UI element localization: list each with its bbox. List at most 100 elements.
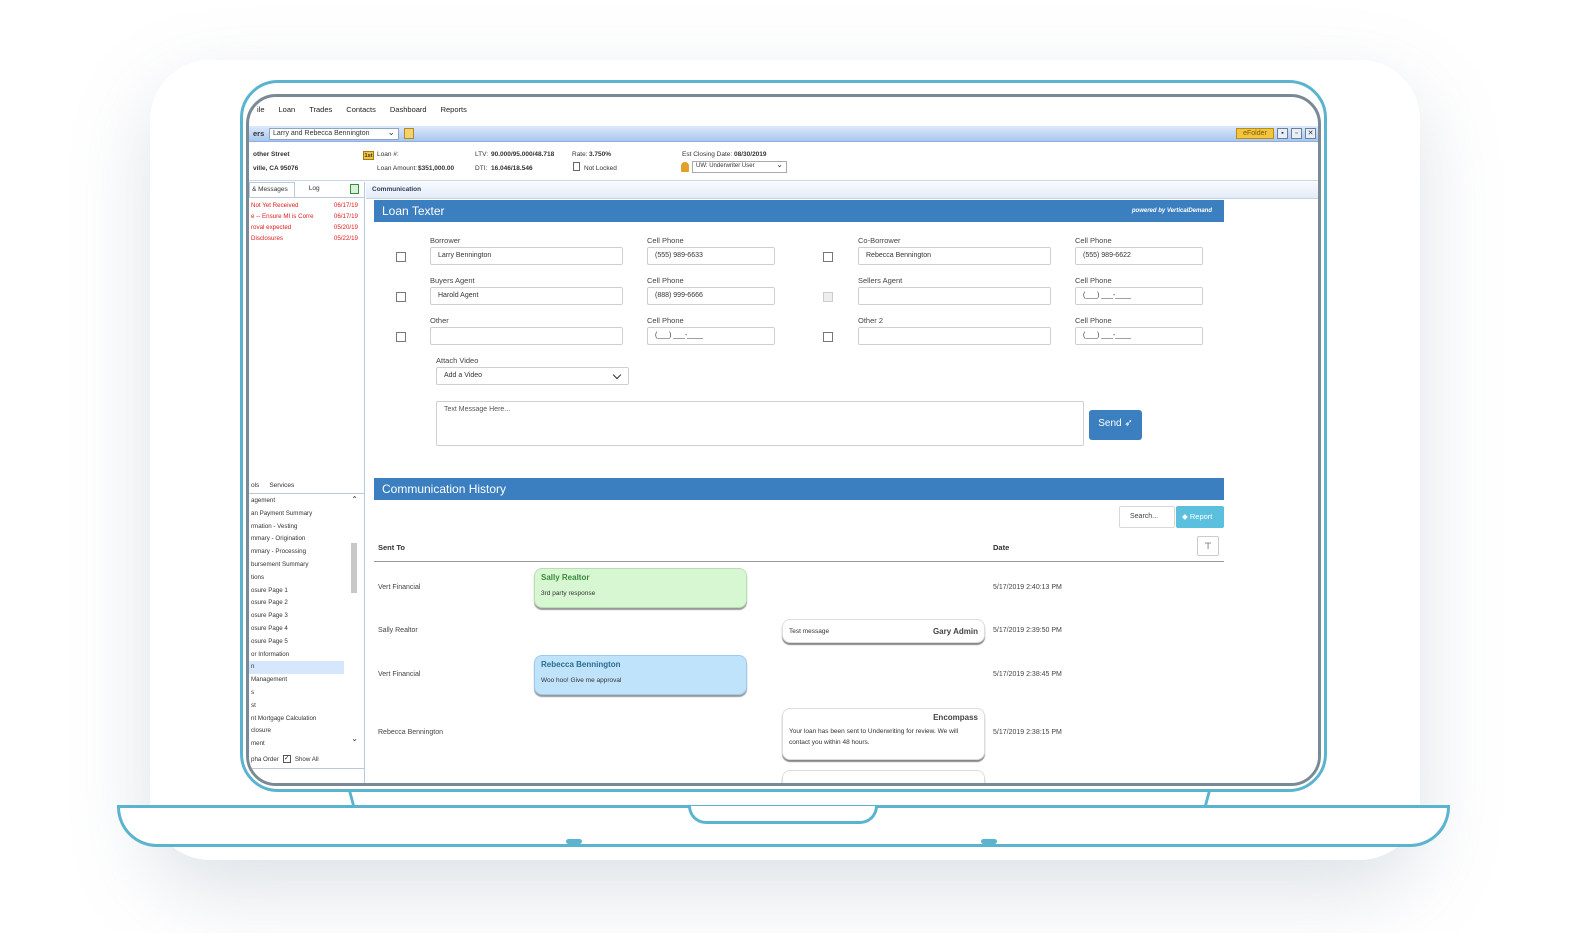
message-text: Test message xyxy=(789,627,830,635)
other2-cell-field[interactable]: (___) ___-____ xyxy=(1075,327,1203,345)
sellers-agent-cell-field[interactable]: (___) ___-____ xyxy=(1075,287,1203,305)
menu-reports[interactable]: Reports xyxy=(441,103,467,117)
history-header: Communication History xyxy=(374,478,1224,500)
tab-alerts-messages[interactable]: & Messages xyxy=(249,182,295,197)
tab-communication[interactable]: Communication xyxy=(366,182,1318,199)
nav-item[interactable]: Management xyxy=(249,674,364,687)
col-date[interactable]: Date xyxy=(993,543,1009,552)
add-log-icon[interactable] xyxy=(350,184,359,194)
history-title: Communication History xyxy=(382,482,507,496)
filter-icon[interactable]: ⊤ xyxy=(1197,536,1219,556)
alert-date: 05/22/19 xyxy=(333,235,358,242)
nav-item[interactable]: rmation - Vesting xyxy=(249,521,364,534)
nav-item[interactable]: s xyxy=(249,687,364,700)
borrower-pair-select[interactable]: Larry and Rebecca Bennington xyxy=(269,127,399,140)
list-item[interactable]: e -- Ensure MI is Corre 06/17/19 xyxy=(249,211,364,222)
coborrower-field[interactable]: Rebecca Bennington xyxy=(858,247,1051,265)
show-all-checkbox[interactable]: ✓ xyxy=(282,755,291,763)
nav-item[interactable]: ment xyxy=(249,738,364,751)
send-label: Send xyxy=(1098,418,1122,429)
left-pane: & Messages Log Not Yet Received 06/17/19 … xyxy=(249,182,365,783)
other-label: Other xyxy=(430,316,449,325)
nav-item[interactable]: an Payment Summary xyxy=(249,508,364,521)
nav-item[interactable]: st xyxy=(249,700,364,713)
coborrower-checkbox[interactable] xyxy=(823,252,833,262)
nav-item[interactable]: osure Page 1 xyxy=(249,585,364,598)
laptop-foot-left xyxy=(566,839,582,844)
borrower-cell-field[interactable]: (555) 989-6633 xyxy=(647,247,775,265)
menu-trades[interactable]: Trades xyxy=(309,103,332,117)
borrower-field[interactable]: Larry Bennington xyxy=(430,247,623,265)
nav-item-selected[interactable]: n xyxy=(249,661,344,675)
edit-borrower-icon[interactable] xyxy=(404,128,414,139)
message-bubble: Rebecca Bennington Woo hoo! Give me appr… xyxy=(534,655,747,695)
menu-contacts[interactable]: Contacts xyxy=(346,103,376,117)
sender-name: Sally Realtor xyxy=(541,573,590,582)
nav-item[interactable]: bursement Summary xyxy=(249,559,364,572)
send-button[interactable]: Send ➶ xyxy=(1089,410,1142,440)
row-date: 5/17/2019 2:40:13 PM xyxy=(993,584,1062,591)
row-sent-to: Vert Financial xyxy=(378,584,421,591)
borrower-checkbox[interactable] xyxy=(396,252,406,262)
menu-dashboard[interactable]: Dashboard xyxy=(390,103,427,117)
nav-item[interactable]: osure Page 4 xyxy=(249,623,364,636)
nav-item[interactable]: osure Page 2 xyxy=(249,597,364,610)
other2-checkbox[interactable] xyxy=(823,332,833,342)
nav-item[interactable]: mmary - Processing xyxy=(249,546,364,559)
report-button[interactable]: ◆ Report xyxy=(1176,506,1224,528)
col-sent-to[interactable]: Sent To xyxy=(378,543,405,552)
coborrower-cell-field[interactable]: (555) 989-6622 xyxy=(1075,247,1203,265)
other2-field[interactable] xyxy=(858,327,1051,345)
tab-tools[interactable]: ols xyxy=(249,480,267,493)
main-pane: Communication Loan Texter powered by Ver… xyxy=(366,182,1318,783)
list-item[interactable]: roval expected 05/20/19 xyxy=(249,222,364,233)
sellers-agent-checkbox[interactable] xyxy=(823,292,833,302)
history-search-input[interactable]: Search... xyxy=(1119,506,1175,528)
borrower-cell-label: Cell Phone xyxy=(647,236,684,245)
list-item[interactable]: Not Yet Received 06/17/19 xyxy=(249,200,364,211)
alert-text: Disclosures xyxy=(251,235,283,242)
nav-item[interactable]: agement xyxy=(249,495,364,508)
nav-item[interactable]: tions xyxy=(249,572,364,585)
menu-loan[interactable]: Loan xyxy=(279,103,296,117)
close-icon[interactable]: ✕ xyxy=(1305,128,1316,139)
sellers-agent-field[interactable] xyxy=(858,287,1051,305)
tab-services[interactable]: Services xyxy=(267,480,302,493)
nav-item[interactable]: nt Mortgage Calculation xyxy=(249,713,364,726)
rate-value: 3.750% xyxy=(589,151,612,158)
dti-value: 16.046/18.546 xyxy=(491,165,533,172)
list-item[interactable]: Disclosures 05/22/19 xyxy=(249,233,364,244)
message-text: 3rd party response xyxy=(541,590,596,597)
efolder-button[interactable]: eFolder xyxy=(1236,128,1274,139)
menu-bar: ile Loan Trades Contacts Dashboard Repor… xyxy=(249,103,1318,117)
powered-by: powered by VerticalDemand xyxy=(1131,208,1212,214)
buyers-agent-field[interactable]: Harold Agent xyxy=(430,287,623,305)
other-checkbox[interactable] xyxy=(396,332,406,342)
property-city: ville, CA 95076 xyxy=(253,165,299,172)
buyers-agent-cell-field[interactable]: (888) 999-6666 xyxy=(647,287,775,305)
chevron-down-icon[interactable]: ⌄ xyxy=(351,734,358,743)
tab-log[interactable]: Log xyxy=(295,182,326,197)
nav-item[interactable]: or Information xyxy=(249,649,364,662)
underwriter-select[interactable]: UW: Underwriter User xyxy=(692,160,787,173)
alpha-order-label: pha Order xyxy=(251,755,279,763)
nav-item[interactable]: osure Page 3 xyxy=(249,610,364,623)
nav-item[interactable]: mmary - Origination xyxy=(249,533,364,546)
closing-date-label: Est Closing Date: xyxy=(682,151,733,158)
borrowers-label: ers xyxy=(253,129,265,138)
text-message-input[interactable]: Text Message Here... xyxy=(436,401,1084,446)
nav-item[interactable]: closure xyxy=(249,725,364,738)
nav-item[interactable]: osure Page 5 xyxy=(249,636,364,649)
save-icon[interactable]: ▪ xyxy=(1277,128,1288,139)
other-field[interactable] xyxy=(430,327,623,345)
other-cell-field[interactable]: (___) ___-____ xyxy=(647,327,775,345)
attach-video-select[interactable]: Add a Video xyxy=(436,367,629,385)
loan-texter-header: Loan Texter powered by VerticalDemand xyxy=(374,200,1224,222)
buyers-agent-checkbox[interactable] xyxy=(396,292,406,302)
message-bubble: Sally Realtor 3rd party response xyxy=(534,568,747,608)
buyers-agent-cell-label: Cell Phone xyxy=(647,276,684,285)
loan-amount-value: $351,000.00 xyxy=(418,165,455,172)
print-icon[interactable]: ▫ xyxy=(1291,128,1302,139)
nav-options: pha Order ✓ Show All xyxy=(251,755,319,763)
menu-file[interactable]: ile xyxy=(257,103,265,117)
